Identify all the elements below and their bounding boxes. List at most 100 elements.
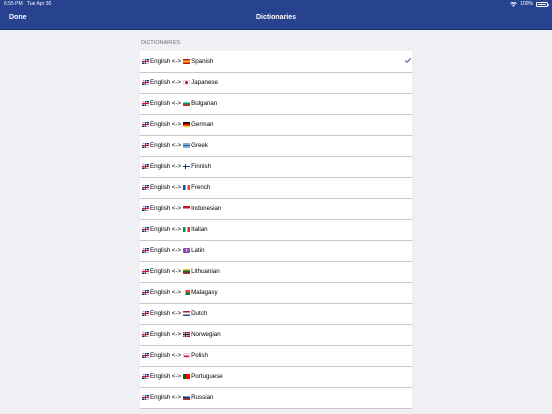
dictionary-row[interactable]: English <-> French [140, 177, 412, 198]
source-language: English [150, 394, 171, 401]
navigation-bar: Done Dictionaries [0, 9, 552, 30]
dictionary-label: English <-> French [142, 184, 210, 191]
dictionary-row[interactable]: English <-> Bulgarian [140, 93, 412, 114]
bidirectional-arrow: <-> [171, 331, 182, 338]
dictionary-row[interactable]: English <-> Greek [140, 135, 412, 156]
battery-icon [536, 2, 550, 7]
bidirectional-arrow: <-> [171, 100, 182, 107]
flag-de-icon [183, 122, 191, 127]
bidirectional-arrow: <-> [171, 289, 182, 296]
dictionary-label: English <-> Dutch [142, 310, 207, 317]
status-right: 100% [510, 0, 550, 9]
source-language: English [150, 310, 171, 317]
flag-gb-icon [142, 59, 149, 64]
source-language: English [150, 352, 171, 359]
flag-fi-icon [183, 164, 191, 169]
flag-gb-icon [142, 206, 149, 211]
flag-la-icon: ✝ [183, 248, 191, 253]
dictionary-label: English <-> German [142, 121, 213, 128]
bidirectional-arrow: <-> [171, 163, 182, 170]
source-language: English [150, 184, 171, 191]
dictionary-label: English <-> Spanish [142, 58, 213, 65]
source-language: English [150, 58, 171, 65]
bidirectional-arrow: <-> [171, 310, 182, 317]
status-time: 6:55 PM [4, 1, 23, 7]
flag-gb-icon [142, 101, 149, 106]
target-language: Polish [191, 352, 208, 359]
checkmark-icon [405, 58, 411, 63]
flag-gb-icon [142, 143, 149, 148]
flag-gb-icon [142, 248, 149, 253]
dictionary-row[interactable]: English <-> Lithuanian [140, 261, 412, 282]
flag-mg-icon [183, 290, 191, 295]
dictionary-row[interactable]: English <-> Spanish [140, 51, 412, 72]
flag-gb-icon [142, 185, 149, 190]
target-language: Greek [191, 142, 208, 149]
flag-gb-icon [142, 269, 149, 274]
dictionary-row[interactable]: English <-> Portuguese [140, 366, 412, 387]
wifi-icon [510, 2, 518, 7]
source-language: English [150, 100, 171, 107]
flag-ru-icon [183, 395, 191, 400]
bidirectional-arrow: <-> [171, 394, 182, 401]
dictionary-row[interactable]: English <-> Indonesian [140, 198, 412, 219]
source-language: English [150, 289, 171, 296]
flag-gb-icon [142, 395, 149, 400]
flag-nl-icon [183, 311, 191, 316]
dictionary-label: English <-> ✝ Latin [142, 247, 205, 254]
dictionary-row[interactable]: English <-> Polish [140, 345, 412, 366]
dictionary-label: English <-> Greek [142, 142, 208, 149]
flag-pt-icon [183, 374, 191, 379]
dictionary-row[interactable]: English <-> Finnish [140, 156, 412, 177]
dictionary-row[interactable]: English <-> Dutch [140, 303, 412, 324]
page-title: Dictionaries [255, 14, 297, 21]
flag-id-icon [183, 206, 191, 211]
flag-lt-icon [183, 269, 191, 274]
dictionary-row[interactable]: English <-> Norwegian [140, 324, 412, 345]
flag-bg-icon [183, 101, 191, 106]
flag-es-icon [183, 59, 191, 64]
dictionary-label: English <-> Japanese [142, 79, 218, 86]
target-language: Indonesian [191, 205, 222, 212]
target-language: German [191, 121, 214, 128]
target-language: Malagasy [191, 289, 218, 296]
dictionary-label: English <-> Polish [142, 352, 208, 359]
target-language: French [191, 184, 211, 191]
target-language: Portuguese [191, 373, 223, 380]
target-language: Italian [191, 226, 208, 233]
bidirectional-arrow: <-> [171, 58, 182, 65]
bidirectional-arrow: <-> [171, 121, 182, 128]
flag-pl-icon [183, 353, 191, 358]
section-header: DICTIONARIES: [141, 40, 182, 46]
dictionary-row[interactable]: English <-> Japanese [140, 72, 412, 93]
source-language: English [150, 226, 171, 233]
flag-gb-icon [142, 353, 149, 358]
battery-percent: 100% [520, 1, 533, 7]
source-language: English [150, 373, 171, 380]
target-language: Latin [191, 247, 205, 254]
source-language: English [150, 79, 171, 86]
dictionary-list: English <-> Spanish English <-> Japanese Engli… [140, 51, 412, 408]
dictionary-row[interactable]: English <-> German [140, 114, 412, 135]
dictionary-label: English <-> Lithuanian [142, 268, 220, 275]
dictionary-row[interactable]: English <-> Italian [140, 219, 412, 240]
source-language: English [150, 205, 171, 212]
status-date: Tue Apr 30 [27, 1, 52, 7]
dictionary-row[interactable]: English <-> Malagasy [140, 282, 412, 303]
dictionary-label: English <-> Malagasy [142, 289, 218, 296]
dictionary-row[interactable]: English <-> ✝ Latin [140, 240, 412, 261]
flag-gb-icon [142, 374, 149, 379]
flag-jp-icon [183, 80, 191, 85]
source-language: English [150, 142, 171, 149]
flag-gr-icon [183, 143, 191, 148]
target-language: Russian [191, 394, 214, 401]
flag-gb-icon [142, 332, 149, 337]
target-language: Lithuanian [191, 268, 220, 275]
bidirectional-arrow: <-> [171, 142, 182, 149]
dictionary-row[interactable]: English <-> Russian [140, 387, 412, 408]
target-language: Japanese [191, 79, 218, 86]
flag-gb-icon [142, 80, 149, 85]
target-language: Finnish [191, 163, 212, 170]
bidirectional-arrow: <-> [171, 268, 182, 275]
flag-no-icon [183, 332, 191, 337]
